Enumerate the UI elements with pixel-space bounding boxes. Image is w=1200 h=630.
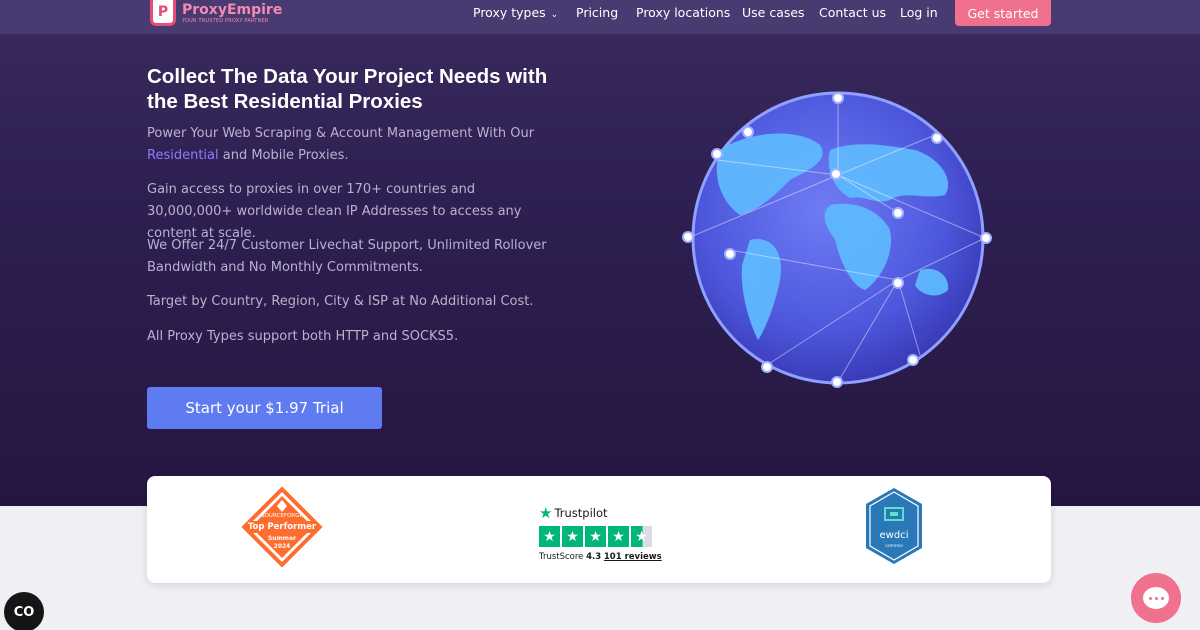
chat-bubble-icon bbox=[1143, 587, 1169, 609]
trustpilot-widget[interactable]: ★ Trustpilot ★ ★ ★ ★ ★ TrustScore 4.3 101… bbox=[539, 504, 662, 562]
trustscore-value: 4.3 bbox=[586, 552, 602, 562]
start-trial-button[interactable]: Start your $1.97 Trial bbox=[147, 387, 382, 429]
trustpilot-star-icon: ★ bbox=[539, 504, 553, 522]
ewdci-badge[interactable]: ewdci CERTIFIED bbox=[863, 486, 925, 566]
ewdci-name: ewdci bbox=[879, 530, 909, 541]
trustpilot-score: TrustScore 4.3 101 reviews bbox=[539, 552, 662, 562]
site-logo[interactable]: P ProxyEmpire YOUR TRUSTED PROXY PARTNER bbox=[150, 0, 282, 26]
star-icon: ★ bbox=[539, 526, 560, 547]
trustscore-label: TrustScore bbox=[539, 552, 584, 562]
live-chat-button[interactable] bbox=[1131, 573, 1181, 623]
logo-name-part2: Empire bbox=[226, 1, 283, 18]
star-icon: ★ bbox=[585, 526, 606, 547]
logo-name-part1: Proxy bbox=[182, 1, 227, 18]
sourceforge-season: Summer bbox=[267, 535, 297, 542]
hero-p1-text: Power Your Web Scraping & Account Manage… bbox=[147, 126, 535, 141]
hero-paragraph-3: We Offer 24/7 Customer Livechat Support,… bbox=[147, 238, 547, 275]
hero-p1-text-after: and Mobile Proxies. bbox=[218, 148, 349, 163]
cookie-consent-button[interactable]: CO bbox=[4, 592, 44, 630]
top-navigation-bar: P ProxyEmpire YOUR TRUSTED PROXY PARTNER… bbox=[0, 0, 1200, 34]
nav-contact-us[interactable]: Contact us bbox=[819, 5, 886, 20]
hero-paragraph-1: Power Your Web Scraping & Account Manage… bbox=[147, 123, 547, 167]
globe-illustration bbox=[680, 90, 1000, 390]
trust-badges-bar: SOURCEFORGE Top Performer Summer 2024 ★ T… bbox=[147, 476, 1051, 583]
nav-proxy-types[interactable]: Proxy types ⌄ bbox=[473, 5, 558, 20]
logo-mark-icon: P bbox=[150, 0, 176, 26]
hero-paragraph-4: Target by Country, Region, City & ISP at… bbox=[147, 294, 534, 309]
trustpilot-rating-stars: ★ ★ ★ ★ ★ bbox=[539, 526, 659, 547]
nav-proxy-types-label: Proxy types bbox=[473, 5, 546, 20]
star-icon: ★ bbox=[608, 526, 629, 547]
nav-pricing[interactable]: Pricing bbox=[576, 5, 618, 20]
sourceforge-badge[interactable]: SOURCEFORGE Top Performer Summer 2024 bbox=[237, 482, 327, 572]
nav-use-cases[interactable]: Use cases bbox=[742, 5, 805, 20]
sourceforge-year: 2024 bbox=[273, 543, 291, 550]
trustpilot-reviews-link[interactable]: 101 reviews bbox=[604, 552, 662, 562]
hero-title: Collect The Data Your Project Needs with… bbox=[147, 65, 548, 113]
nav-log-in[interactable]: Log in bbox=[900, 5, 938, 20]
nav-proxy-locations[interactable]: Proxy locations bbox=[636, 5, 730, 20]
half-star-icon: ★ bbox=[631, 526, 652, 547]
get-started-button[interactable]: Get started bbox=[955, 0, 1051, 26]
star-icon: ★ bbox=[562, 526, 583, 547]
residential-link[interactable]: Residential bbox=[147, 148, 219, 163]
sourceforge-brand: SOURCEFORGE bbox=[261, 513, 303, 519]
cookie-consent-icon: CO bbox=[13, 604, 35, 620]
chevron-down-icon: ⌄ bbox=[550, 10, 559, 20]
sourceforge-title: Top Performer bbox=[247, 521, 317, 533]
logo-tagline: YOUR TRUSTED PROXY PARTNER bbox=[182, 17, 269, 24]
hero-paragraph-5: All Proxy Types support both HTTP and SO… bbox=[147, 329, 459, 344]
globe-icon bbox=[682, 91, 992, 388]
ewdci-hexagon-icon bbox=[866, 488, 922, 564]
trustpilot-brand: Trustpilot bbox=[554, 506, 608, 520]
ewdci-sub: CERTIFIED bbox=[885, 544, 903, 548]
